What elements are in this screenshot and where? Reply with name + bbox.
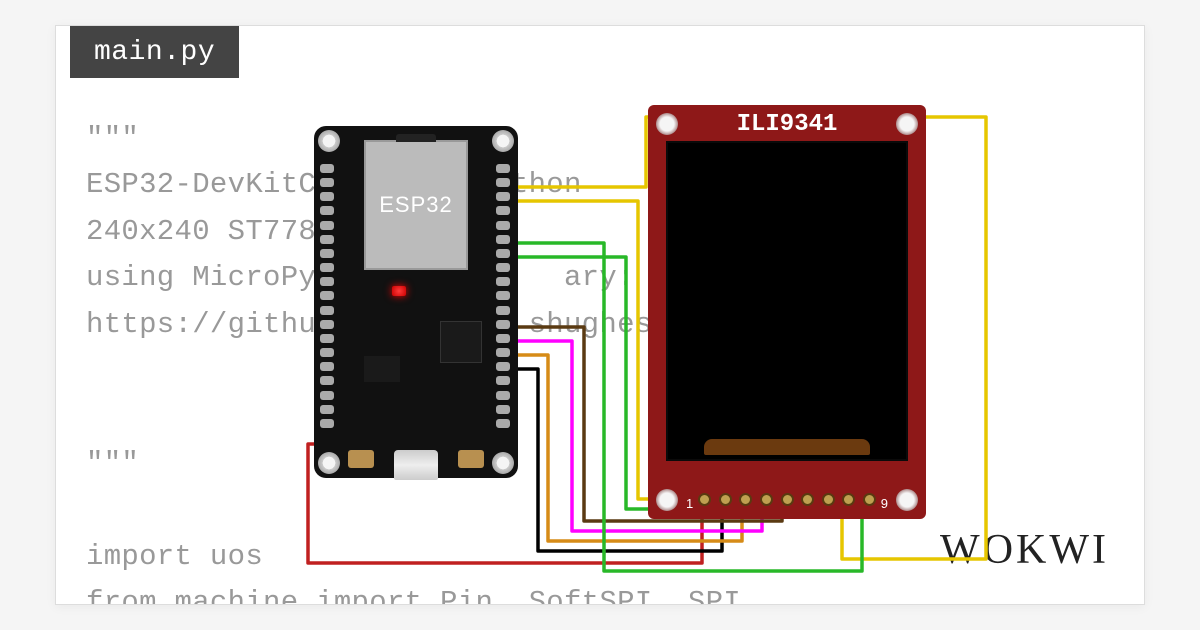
filename-text: main.py [94,37,215,68]
ili9341-display[interactable]: ILI9341 1 9 [648,105,926,519]
gpio-pin [320,249,334,258]
gpio-pin [496,249,510,258]
gpio-pin [320,192,334,201]
display-pin [760,493,773,506]
pin-header-left [320,164,336,428]
display-pin [719,493,732,506]
mount-hole [656,489,678,511]
gpio-pin [496,376,510,385]
circuit-canvas: ESP32 ILI9341 1 9 [286,111,1006,581]
regulator-icon [364,356,400,382]
mount-hole [318,452,340,474]
gpio-pin [496,320,510,329]
display-pin [781,493,794,506]
gpio-pin [320,362,334,371]
gpio-pin [320,334,334,343]
gpio-pin [496,277,510,286]
gpio-pin [320,164,334,173]
gpio-pin [496,235,510,244]
display-label: ILI9341 [648,111,926,138]
pin-number-first: 1 [686,496,693,511]
mount-hole [896,489,918,511]
gpio-pin [320,405,334,414]
gpio-pin [496,391,510,400]
gpio-pin [320,306,334,315]
gpio-pin [496,192,510,201]
gpio-pin [496,221,510,230]
gpio-pin [496,405,510,414]
chip-icon [440,321,482,363]
esp32-label: ESP32 [379,192,453,218]
reset-button[interactable] [348,450,374,468]
gpio-pin [496,306,510,315]
display-pin [822,493,835,506]
display-pin [801,493,814,506]
gpio-pin [320,263,334,272]
display-pin [863,493,876,506]
gpio-pin [320,291,334,300]
mount-hole [318,130,340,152]
gpio-pin [320,221,334,230]
pin-header-right [496,164,512,428]
gpio-pin [496,362,510,371]
lcd-screen [666,141,908,461]
esp32-board[interactable]: ESP32 [314,126,518,478]
pin-header-bottom [698,489,876,509]
gpio-pin [496,419,510,428]
gpio-pin [320,277,334,286]
gpio-pin [320,376,334,385]
preview-card: main.py """ ESP32-DevKitC V4/MicroPython… [55,25,1145,605]
display-pin [842,493,855,506]
display-pin [739,493,752,506]
gpio-pin [320,391,334,400]
gpio-pin [496,178,510,187]
gpio-pin [496,263,510,272]
gpio-pin [496,291,510,300]
gpio-pin [320,235,334,244]
gpio-pin [496,348,510,357]
gpio-pin [320,178,334,187]
esp32-shield: ESP32 [364,140,468,270]
gpio-pin [320,348,334,357]
mount-hole [492,452,514,474]
usb-port-icon [394,450,438,480]
gpio-pin [320,419,334,428]
gpio-pin [320,320,334,329]
filename-tab: main.py [70,25,239,78]
power-led-icon [392,286,406,296]
gpio-pin [496,334,510,343]
gpio-pin [320,206,334,215]
pin-number-last: 9 [881,496,888,511]
mount-hole [492,130,514,152]
gpio-pin [496,164,510,173]
boot-button[interactable] [458,450,484,468]
gpio-pin [496,206,510,215]
display-pin [698,493,711,506]
